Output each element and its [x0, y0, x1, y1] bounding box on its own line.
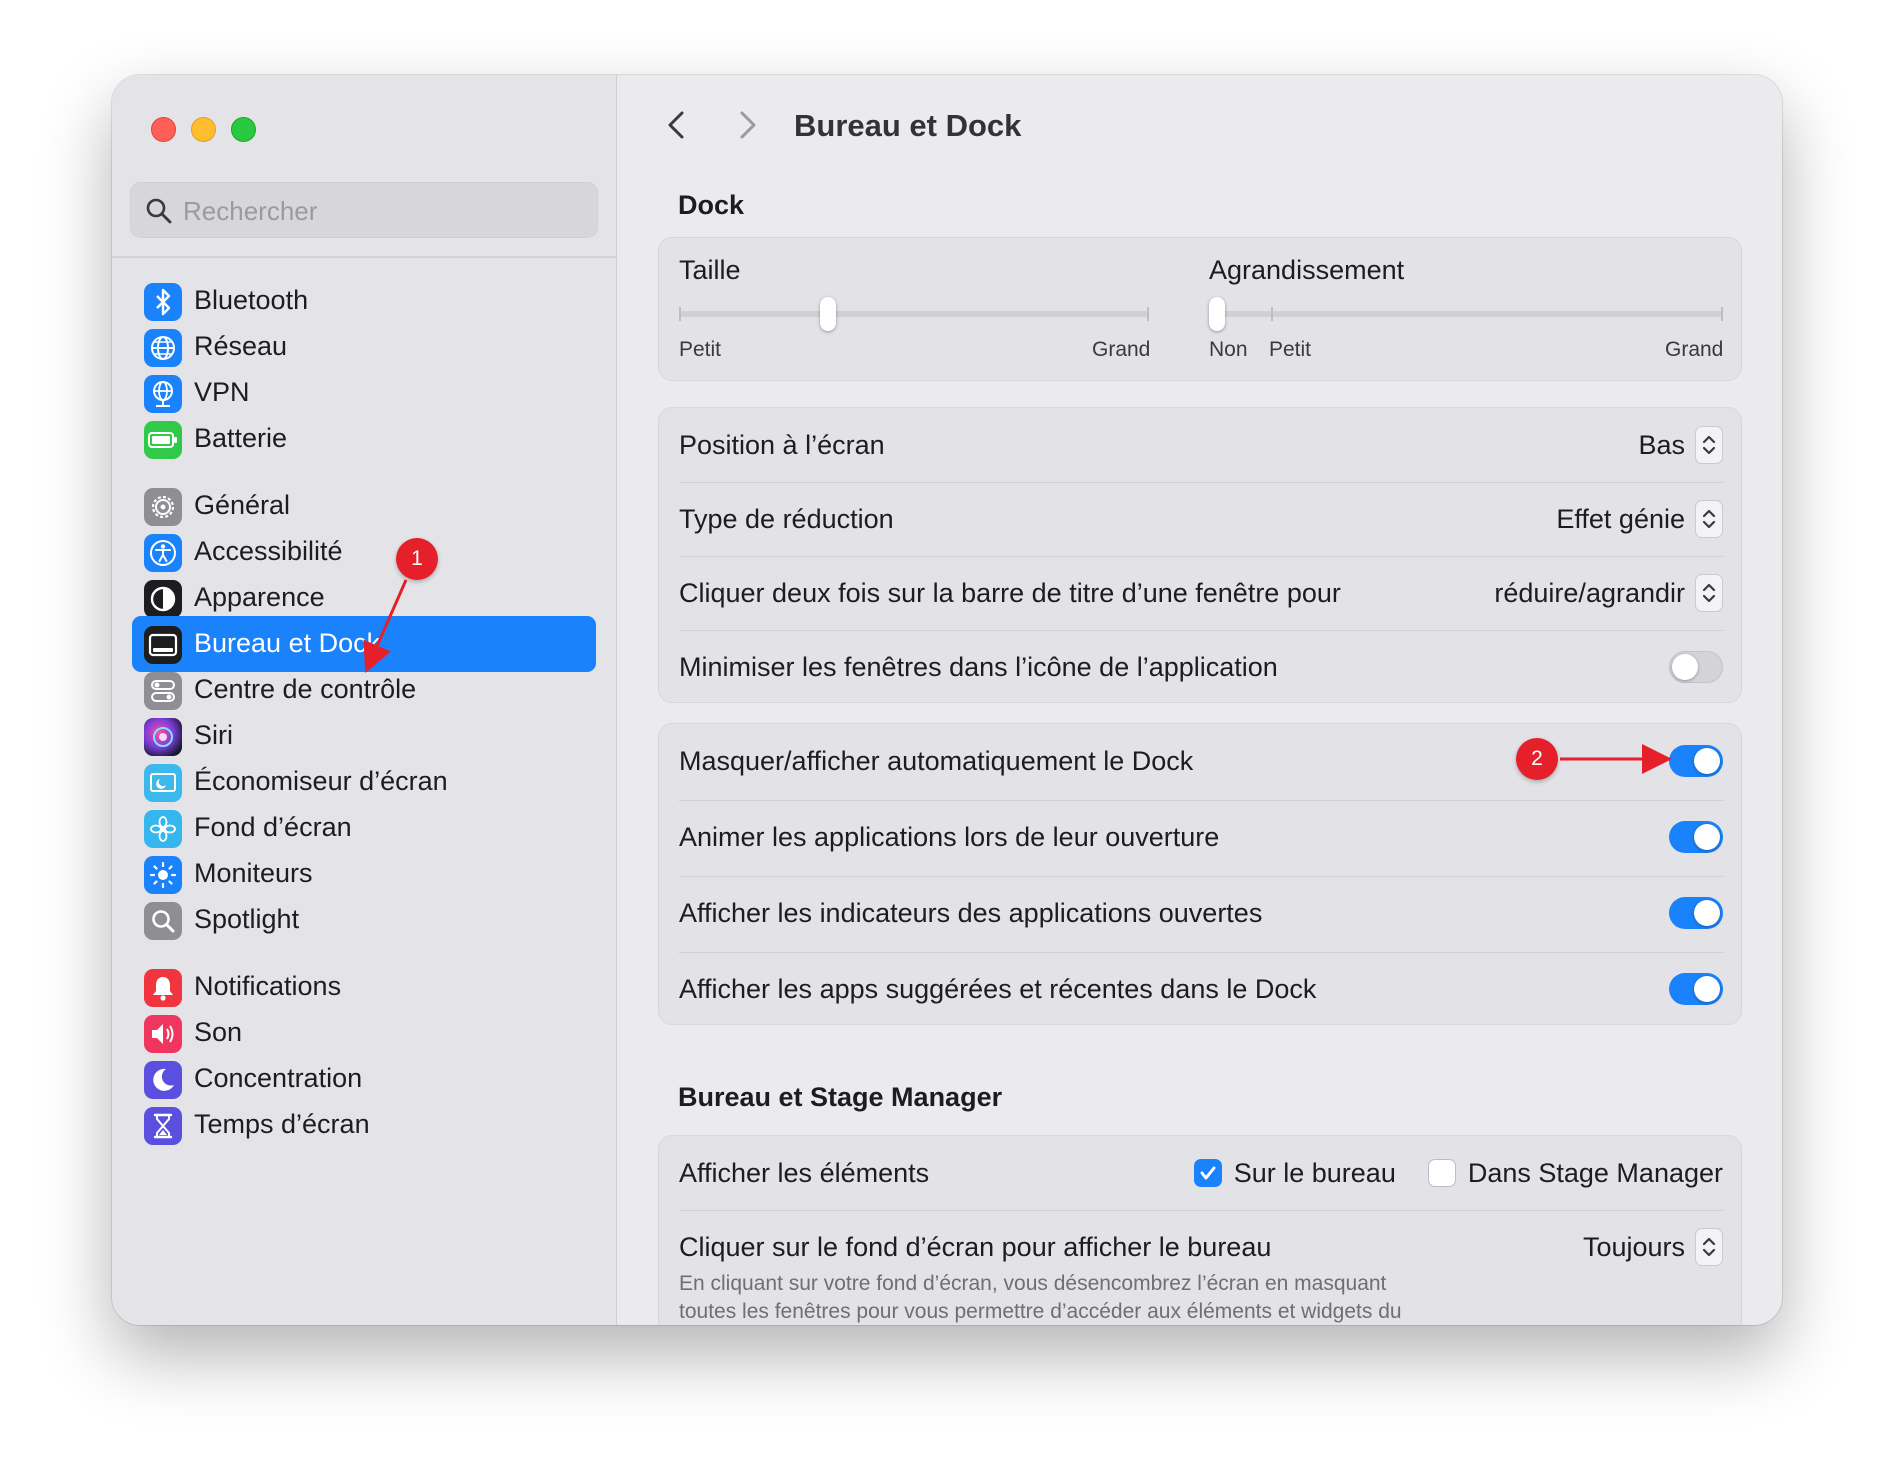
annotation-arrows [363, 579, 1672, 774]
annotation-badge-1: 1 [396, 538, 438, 580]
arrow-1 [363, 579, 408, 673]
annotation-badge-2: 2 [1516, 738, 1558, 780]
